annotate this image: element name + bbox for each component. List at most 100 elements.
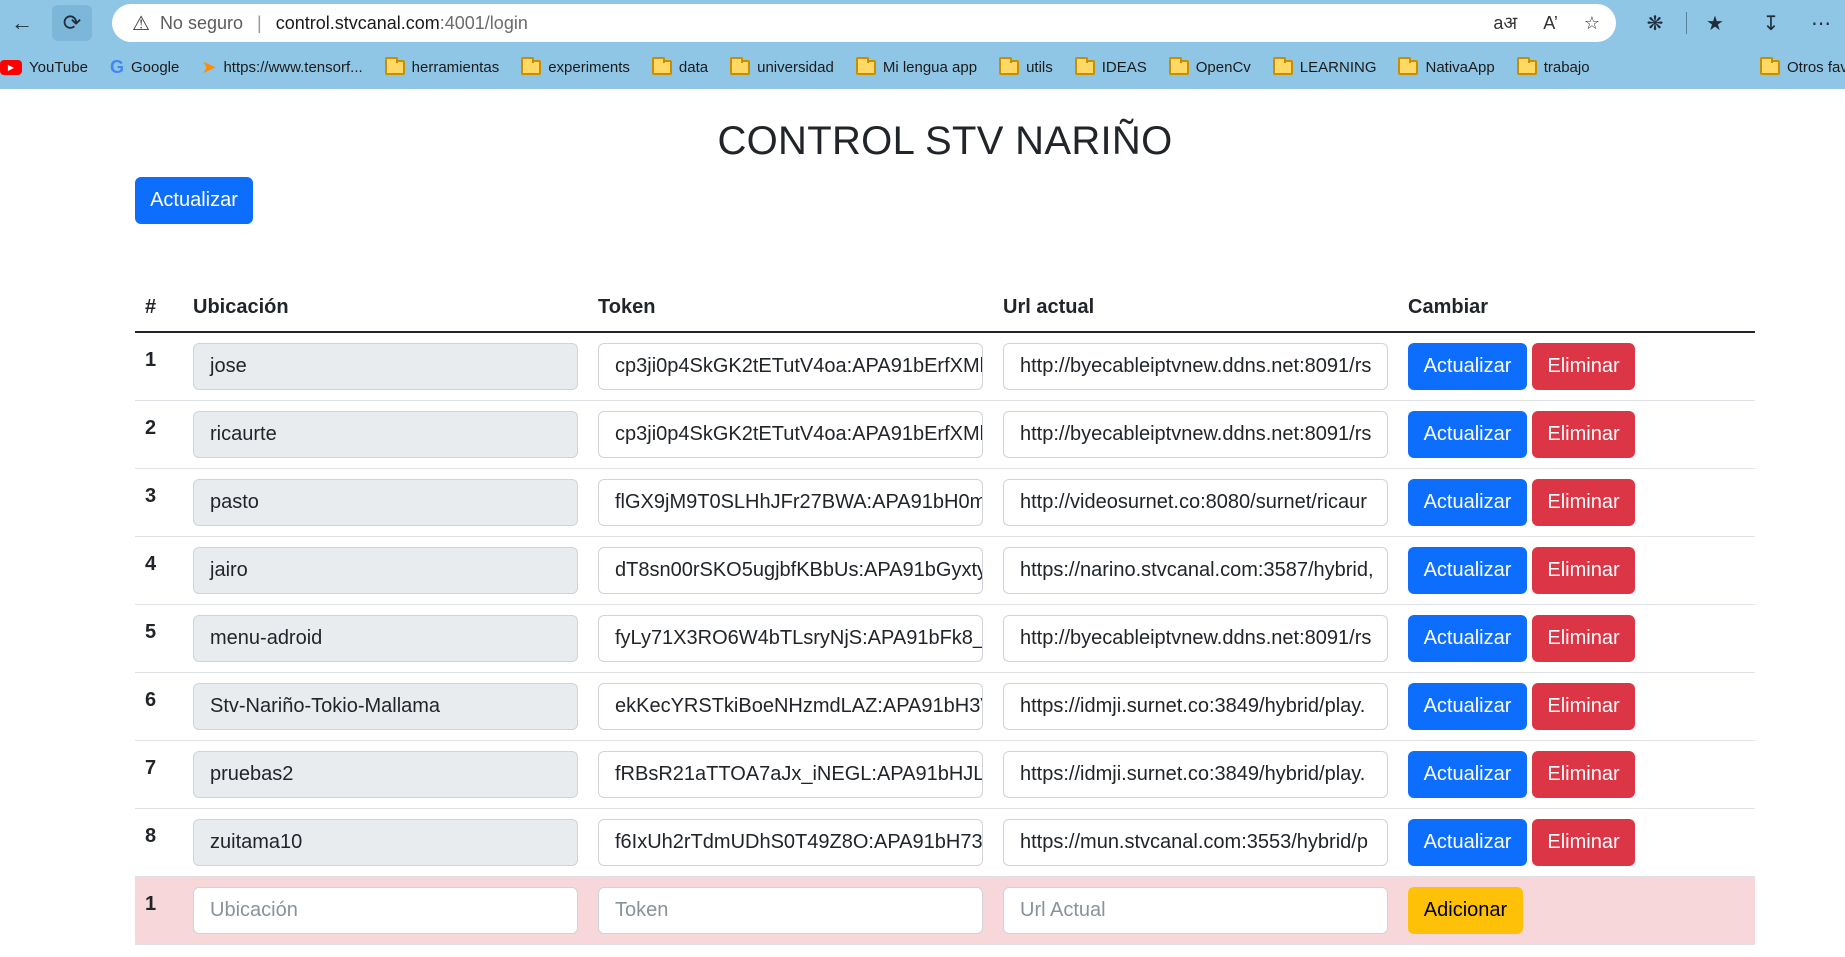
url-field[interactable]: https://idmji.surnet.co:3849/hybrid/play… [1003, 750, 1388, 798]
table-row: 3 pasto flGX9jM9T0SLHhJFr27BWA:APA91bH0m… [135, 468, 1755, 537]
refresh-button[interactable]: Actualizar [135, 177, 253, 224]
bookmark-herramientas[interactable]: herramientas [384, 57, 499, 76]
table-row: 1 jose cp3ji0p4SkGK2tETutV4oa:APA91bErfX… [135, 332, 1755, 401]
folder-icon [651, 57, 672, 75]
new-url-input[interactable]: Url Actual [1003, 886, 1388, 934]
update-button[interactable]: Actualizar [1408, 343, 1527, 390]
folder-icon [521, 57, 542, 75]
bookmark-trabajo[interactable]: trabajo [1516, 57, 1590, 76]
update-button[interactable]: Actualizar [1408, 682, 1527, 730]
translate-icon[interactable]: aअ [1493, 11, 1517, 35]
bookmark-mi-lengua-app[interactable]: Mi lengua app [855, 57, 977, 76]
favorite-star-icon[interactable]: ☆ [1584, 13, 1600, 34]
bookmark-opencv[interactable]: OpenCv [1168, 57, 1251, 76]
token-field[interactable]: f6IxUh2rTdmUDhS0T49Z8O:APA91bH73. [598, 818, 983, 866]
bookmarks-bar: ▶ YouTube G Google ➤ https://www.tensorf...… [0, 46, 1845, 89]
address-bar[interactable]: ⚠ No seguro | control.stvcanal.com:4001/… [112, 4, 1616, 42]
delete-button[interactable]: Eliminar [1532, 614, 1635, 662]
bookmark-utils[interactable]: utils [999, 57, 1053, 76]
location-field: ricaurte [193, 410, 578, 458]
bookmark-universidad[interactable]: universidad [730, 57, 834, 76]
delete-button[interactable]: Eliminar [1532, 343, 1635, 390]
row-number: 6 [135, 672, 183, 741]
bookmark-youtube[interactable]: ▶ YouTube [0, 59, 88, 76]
update-button[interactable]: Actualizar [1408, 818, 1527, 866]
delete-button[interactable]: Eliminar [1532, 410, 1635, 458]
header-location: Ubicación [183, 284, 588, 333]
token-field[interactable]: fRBsR21aTTOA7aJx_iNEGL:APA91bHJLv3 [598, 750, 983, 798]
update-button[interactable]: Actualizar [1408, 546, 1527, 594]
header-num: # [135, 284, 183, 333]
read-aloud-icon[interactable]: A’ [1543, 13, 1558, 34]
table-row: 8 zuitama10 f6IxUh2rTdmUDhS0T49Z8O:APA91… [135, 808, 1755, 877]
row-number: 2 [135, 400, 183, 469]
header-change: Cambiar [1398, 284, 1755, 333]
bookmark-ideas[interactable]: IDEAS [1074, 57, 1147, 76]
bookmark-experiments[interactable]: experiments [521, 57, 630, 76]
location-field: zuitama10 [193, 818, 578, 866]
page-title: CONTROL STV NARIÑO [717, 119, 1173, 163]
tensorflow-icon: ➤ [201, 57, 217, 77]
table-row: 4 jairo dT8sn00rSKO5ugjbfKBbUs:APA91bGyx… [135, 536, 1755, 605]
row-number: 1 [135, 876, 183, 945]
delete-button[interactable]: Eliminar [1532, 818, 1635, 866]
token-field[interactable]: flGX9jM9T0SLHhJFr27BWA:APA91bH0m [598, 478, 983, 526]
url-field[interactable]: https://idmji.surnet.co:3849/hybrid/play… [1003, 682, 1388, 730]
address-separator: | [257, 12, 262, 33]
url-field[interactable]: http://byecableiptvnew.ddns.net:8091/rs [1003, 614, 1388, 662]
reload-button[interactable]: ⟳ [52, 5, 92, 41]
bookmark-nativaapp[interactable]: NativaApp [1398, 57, 1495, 76]
new-location-input[interactable]: Ubicación [193, 886, 578, 934]
url-field[interactable]: http://byecableiptvnew.ddns.net:8091/rs [1003, 410, 1388, 458]
url-field[interactable]: https://mun.stvcanal.com:3553/hybrid/p [1003, 818, 1388, 866]
update-button[interactable]: Actualizar [1408, 478, 1527, 526]
back-button[interactable]: ← [2, 5, 42, 41]
folder-icon [730, 57, 751, 75]
update-button[interactable]: Actualizar [1408, 614, 1527, 662]
row-number: 1 [135, 332, 183, 401]
url-field[interactable]: https://narino.stvcanal.com:3587/hybrid, [1003, 546, 1388, 594]
arrow-left-icon: ← [11, 10, 33, 35]
url-field[interactable]: http://byecableiptvnew.ddns.net:8091/rs [1003, 343, 1388, 390]
location-field: pruebas2 [193, 750, 578, 798]
bookmark-other-favorites[interactable]: Otros fav [1760, 57, 1845, 76]
row-number: 5 [135, 604, 183, 673]
token-field[interactable]: ekKecYRSTkiBoeNHzmdLAZ:APA91bH3V [598, 682, 983, 730]
token-field[interactable]: cp3ji0p4SkGK2tETutV4oa:APA91bErfXMl [598, 410, 983, 458]
table-row: 5 menu-adroid fyLy71X3RO6W4bTLsryNjS:APA… [135, 604, 1755, 673]
more-menu-icon[interactable]: ⋯ [1805, 8, 1837, 38]
row-number: 3 [135, 468, 183, 537]
url-field[interactable]: http://videosurnet.co:8080/surnet/ricaur [1003, 478, 1388, 526]
delete-button[interactable]: Eliminar [1532, 478, 1635, 526]
folder-icon [855, 57, 876, 75]
google-icon: G [109, 57, 124, 77]
extensions-icon[interactable]: ❋ [1639, 8, 1671, 38]
warning-icon: ⚠ [132, 12, 150, 35]
update-button[interactable]: Actualizar [1408, 750, 1527, 798]
token-field[interactable]: fyLy71X3RO6W4bTLsryNjS:APA91bFk8_3 [598, 614, 983, 662]
toolbar-separator [1686, 12, 1687, 34]
delete-button[interactable]: Eliminar [1532, 546, 1635, 594]
bookmark-learning[interactable]: LEARNING [1272, 57, 1376, 76]
bookmark-tensorflow[interactable]: ➤ https://www.tensorf... [201, 57, 362, 78]
add-button[interactable]: Adicionar [1408, 886, 1523, 934]
bookmark-google[interactable]: G Google [110, 57, 179, 78]
folder-icon [999, 57, 1020, 75]
url-host: control.stvcanal.com [275, 12, 440, 33]
bookmark-data[interactable]: data [651, 57, 708, 76]
location-field: pasto [193, 478, 578, 526]
location-field: Stv-Nariño-Tokio-Mallama [193, 682, 578, 730]
address-bar-actions: aअ A’ ☆ [1493, 4, 1600, 42]
update-button[interactable]: Actualizar [1408, 410, 1527, 458]
downloads-icon[interactable]: ↧ [1755, 8, 1787, 38]
token-field[interactable]: cp3ji0p4SkGK2tETutV4oa:APA91bErfXMl [598, 343, 983, 390]
location-field: jose [193, 343, 578, 390]
folder-icon [1074, 57, 1095, 75]
table-header-row: # Ubicación Token Url actual Cambiar [135, 284, 1755, 333]
delete-button[interactable]: Eliminar [1532, 750, 1635, 798]
favorites-icon[interactable]: ★ [1699, 8, 1731, 38]
token-field[interactable]: dT8sn00rSKO5ugjbfKBbUs:APA91bGyxty [598, 546, 983, 594]
delete-button[interactable]: Eliminar [1532, 682, 1635, 730]
header-url: Url actual [993, 284, 1398, 333]
new-token-input[interactable]: Token [598, 886, 983, 934]
